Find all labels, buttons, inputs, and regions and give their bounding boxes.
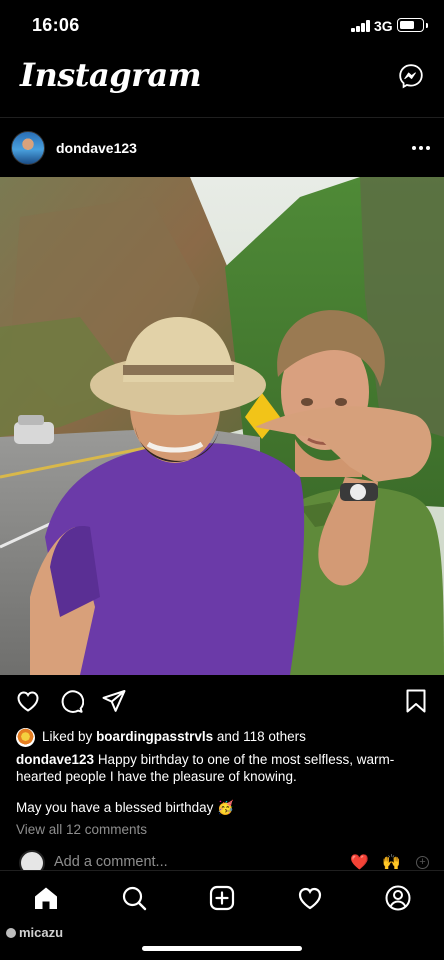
battery-icon (397, 18, 428, 32)
post-header: dondave123 (0, 119, 444, 177)
quick-emoji-heart[interactable]: ❤️ (350, 853, 369, 871)
post-author-username[interactable]: dondave123 (56, 140, 137, 156)
likes-suffix[interactable]: and 118 others (217, 729, 306, 744)
caption-line-2: May you have a blessed birthday 🥳 (16, 800, 234, 815)
caption-username[interactable]: dondave123 (16, 752, 94, 767)
liker-avatar (16, 728, 35, 747)
post-caption: dondave123 Happy birthday to one of the … (16, 751, 426, 785)
heart-icon[interactable] (15, 688, 41, 714)
status-time: 16:06 (32, 15, 80, 35)
more-options-icon[interactable] (412, 145, 430, 151)
profile-icon[interactable] (384, 884, 412, 912)
post-photo[interactable] (0, 177, 444, 675)
add-comment-input[interactable]: Add a comment... (54, 854, 168, 870)
view-all-comments-link[interactable]: View all 12 comments (16, 822, 147, 837)
activity-icon[interactable] (296, 884, 324, 912)
bookmark-icon[interactable] (403, 688, 429, 714)
status-bar: 16:06 3G (0, 0, 444, 50)
watermark: micazu (6, 925, 63, 940)
post-actions (0, 676, 444, 724)
post-photo-image (0, 177, 444, 675)
post-author-avatar[interactable] (11, 131, 45, 165)
more-emoji-icon[interactable]: + (416, 856, 429, 869)
comment-icon[interactable] (58, 688, 84, 714)
signal-icon (351, 20, 371, 32)
new-post-icon[interactable] (208, 884, 236, 912)
quick-emoji-raised-hands[interactable]: 🙌 (382, 853, 401, 871)
bottom-tab-bar: micazu (0, 870, 444, 960)
likes-summary[interactable]: Liked by boardingpasstrvls and 118 other… (16, 727, 436, 747)
share-icon[interactable] (101, 688, 127, 714)
search-icon[interactable] (120, 884, 148, 912)
app-header: Instagram (0, 50, 444, 118)
home-indicator (142, 946, 302, 951)
liker-username[interactable]: boardingpasstrvls (96, 729, 213, 744)
network-type: 3G (374, 18, 393, 34)
instagram-logo[interactable]: Instagram (20, 56, 202, 94)
home-icon[interactable] (32, 884, 60, 912)
messenger-icon[interactable] (398, 63, 424, 89)
likes-prefix: Liked by (42, 729, 93, 744)
